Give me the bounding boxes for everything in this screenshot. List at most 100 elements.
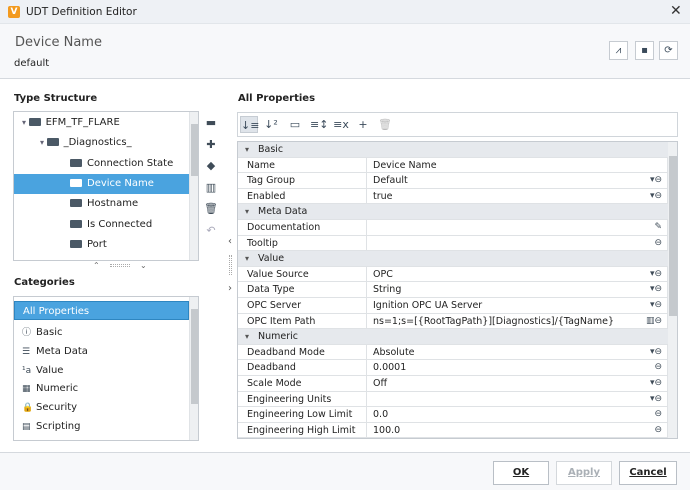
property-value[interactable]: 0.0 ⊖ [366, 407, 668, 423]
tree-item[interactable]: ▾ EFM_TF_FLARE [14, 113, 189, 133]
property-value[interactable]: ✎ [366, 220, 668, 235]
note-button[interactable]: ▪ [635, 41, 654, 60]
property-grid: ▾ Basic Name Device Name Tag Group Default ▾⊖ E… [237, 141, 678, 439]
binding-icon[interactable]: ▾⊖ [650, 392, 662, 407]
ok-button[interactable]: OK [493, 461, 549, 485]
refresh-button[interactable]: ⟳ [659, 41, 678, 60]
property-value-text: 0.0 [373, 409, 389, 421]
add-tag-icon[interactable]: ✚ [204, 138, 218, 151]
diagnostics-button[interactable]: ⩘ [609, 41, 628, 60]
cancel-button[interactable]: Cancel [619, 461, 677, 485]
categories-scrollbar[interactable] [189, 297, 198, 440]
property-value[interactable]: ns=1;s=[{RootTagPath}][Diagnostics]/{Tag… [366, 313, 668, 329]
property-value[interactable]: Device Name [366, 157, 668, 173]
property-value-text: ns=1;s=[{RootTagPath}][Diagnostics]/{Tag… [373, 315, 614, 327]
category-item[interactable]: 🔒 Security [14, 398, 189, 417]
binding-icon[interactable]: ⊖ [654, 360, 662, 375]
tag-icon [70, 219, 82, 228]
collapse-arrow-icon[interactable]: ▾ [245, 142, 249, 157]
category-item[interactable]: All Properties [14, 301, 189, 320]
property-value[interactable]: ⊖ [366, 235, 668, 251]
property-value[interactable]: true ▾⊖ [366, 188, 668, 204]
splitter-up-icon[interactable]: ⌃ [93, 261, 100, 270]
sort-category-icon[interactable]: ↓≡ [240, 116, 259, 133]
property-name: Engineering Low Limit [247, 409, 353, 421]
property-row: Deadband 0.0001 ⊖ [238, 360, 668, 376]
expand-arrow-icon[interactable]: ▾ [22, 118, 29, 127]
expand-arrow-icon[interactable]: ▾ [40, 138, 47, 147]
categories-list[interactable]: All Properties ⓘ Basic ☰ Meta Data ¹a Value ▦ Nu… [13, 296, 199, 441]
property-value-text: true [373, 190, 393, 202]
panel-splitter[interactable] [229, 255, 232, 275]
delete-icon[interactable]: 🗑 [204, 202, 218, 215]
binding-icon[interactable]: ▾⊖ [650, 173, 662, 188]
binding-icon[interactable]: ⊖ [654, 407, 662, 422]
property-value[interactable]: ▾⊖ [366, 391, 668, 407]
sort-alpha-icon[interactable]: ↓² [262, 116, 280, 133]
apply-button[interactable]: Apply [556, 461, 612, 485]
property-value[interactable]: 100.0 ⊖ [366, 422, 668, 438]
property-category[interactable]: ▾ Meta Data [238, 204, 668, 220]
binding-icon[interactable]: ⊖ [654, 236, 662, 251]
tag-title: Device Name [15, 35, 102, 50]
collapse-arrow-icon[interactable]: ▾ [245, 204, 249, 219]
tree-item[interactable]: Hostname [14, 194, 189, 214]
category-label: Numeric [36, 383, 79, 395]
property-value-text: 100.0 [373, 424, 401, 436]
category-icon: ▦ [22, 384, 31, 395]
category-item[interactable]: ▤ Scripting [14, 417, 189, 436]
binding-icon[interactable]: ▾⊖ [650, 267, 662, 282]
binding-icon[interactable]: ▾⊖ [650, 298, 662, 313]
folder-icon[interactable]: ▬ [204, 116, 218, 129]
collapse-arrow-icon[interactable]: ▾ [245, 251, 249, 266]
collapse-all-icon[interactable]: ≡x [332, 116, 350, 133]
property-value[interactable]: Default ▾⊖ [366, 173, 668, 189]
property-row: Scale Mode Off ▾⊖ [238, 376, 668, 392]
binding-icon[interactable]: ▾⊖ [650, 376, 662, 391]
tree-item[interactable]: Port [14, 235, 189, 255]
binding-icon[interactable]: ▥⊖ [646, 314, 662, 329]
collapse-left-icon[interactable]: ‹ [228, 236, 232, 247]
property-category[interactable]: ▾ Basic [238, 142, 668, 158]
property-value-text: Default [373, 175, 408, 187]
property-value[interactable]: Absolute ▾⊖ [366, 344, 668, 360]
tree-item[interactable]: Device Name [14, 173, 189, 194]
binding-icon[interactable]: ▾⊖ [650, 282, 662, 297]
category-item[interactable]: ☰ Meta Data [14, 342, 189, 361]
splitter-down-icon[interactable]: ⌄ [140, 261, 147, 270]
expand-all-icon[interactable]: ≡↕ [310, 116, 328, 133]
toggle-panel-icon[interactable]: ▭ [286, 116, 304, 133]
property-value[interactable]: 0.0001 ⊖ [366, 360, 668, 376]
binding-icon[interactable]: ✎ [654, 220, 662, 235]
parameters-icon[interactable]: ▥ [204, 181, 218, 194]
property-value[interactable]: String ▾⊖ [366, 282, 668, 298]
binding-icon[interactable]: ▾⊖ [650, 345, 662, 360]
property-value[interactable]: Off ▾⊖ [366, 376, 668, 391]
tree-item[interactable]: Connection State [14, 154, 189, 174]
category-item[interactable]: ¹a Value [14, 361, 189, 380]
category-item[interactable]: ⓘ Basic [14, 323, 189, 342]
close-icon[interactable]: ✕ [670, 3, 682, 19]
category-item[interactable]: ▦ Numeric [14, 379, 189, 398]
property-category[interactable]: ▾ Value [238, 251, 668, 267]
collapse-arrow-icon[interactable]: ▾ [245, 329, 249, 344]
header: Device Name default ⩘ ▪ ⟳ [0, 24, 690, 79]
add-icon[interactable]: + [354, 116, 372, 133]
category-name: Meta Data [258, 206, 308, 218]
property-category[interactable]: ▾ Numeric [238, 329, 668, 345]
type-structure-tree[interactable]: ▾ EFM_TF_FLARE ▾ _Diagnostics_ Connection … [13, 111, 199, 261]
expand-right-icon[interactable]: › [228, 283, 232, 294]
grid-scrollbar[interactable] [667, 142, 677, 438]
undo-icon[interactable]: ↶ [204, 224, 218, 237]
property-name: OPC Item Path [247, 315, 316, 327]
property-value[interactable]: Ignition OPC UA Server ▾⊖ [366, 298, 668, 313]
splitter-handle[interactable] [110, 264, 130, 267]
property-value[interactable]: OPC ▾⊖ [366, 266, 668, 282]
tree-item[interactable]: ▾ _Diagnostics_ [14, 133, 189, 153]
tree-scrollbar[interactable] [189, 112, 198, 260]
delete-icon[interactable]: 🗑 [376, 116, 394, 133]
tree-item[interactable]: Is Connected [14, 215, 189, 235]
binding-icon[interactable]: ▾⊖ [650, 189, 662, 204]
binding-icon[interactable]: ⊖ [654, 423, 662, 438]
tag-icon[interactable]: ◆ [204, 159, 218, 172]
